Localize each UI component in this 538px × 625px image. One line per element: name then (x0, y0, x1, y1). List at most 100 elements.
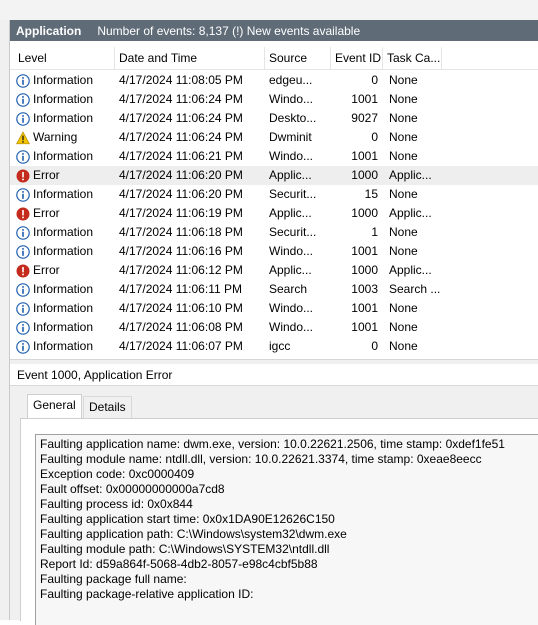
info-icon (16, 149, 30, 164)
event-task-category: None (389, 301, 418, 315)
left-tree-edge (0, 20, 10, 620)
event-date: 4/17/2024 11:06:24 PM (119, 130, 243, 144)
event-task-category: None (389, 130, 418, 144)
event-task-category: None (389, 225, 418, 239)
event-row[interactable]: Information 4/17/2024 11:06:21 PM Windo...… (10, 147, 538, 166)
event-row[interactable]: Information 4/17/2024 11:06:07 PM igcc 0 Non… (10, 337, 538, 356)
column-header-event-id[interactable]: Event ID (331, 47, 383, 69)
event-id: 1001 (351, 320, 378, 334)
event-row[interactable]: Information 4/17/2024 11:06:20 PM Securit.… (10, 185, 538, 204)
description-line: Report Id: d59a864f-5068-4db2-8057-e98c4… (40, 557, 318, 571)
event-row[interactable]: Information 4/17/2024 11:06:08 PM Windo...… (10, 318, 538, 337)
event-task-category: None (389, 339, 418, 353)
log-name: Application (16, 23, 82, 38)
event-id: 1001 (351, 301, 378, 315)
description-line: Faulting application name: dwm.exe, vers… (40, 437, 505, 451)
event-id: 0 (371, 130, 378, 144)
event-row[interactable]: Information 4/17/2024 11:06:18 PM Securit.… (10, 223, 538, 242)
event-source: Deskto... (269, 111, 317, 125)
event-row[interactable]: Error 4/17/2024 11:06:20 PM Applic... 1000 A… (10, 166, 538, 185)
info-icon (16, 301, 30, 316)
event-source: Windo... (269, 320, 314, 334)
event-date: 4/17/2024 11:06:24 PM (119, 111, 243, 125)
event-level-label: Information (33, 149, 94, 163)
event-id: 1000 (351, 263, 378, 277)
tab-general[interactable]: General (27, 394, 82, 419)
column-header-date[interactable]: Date and Time (115, 47, 265, 69)
description-line: Faulting process id: 0x0x844 (40, 497, 193, 511)
event-source: Dwminit (269, 130, 312, 144)
info-icon (16, 244, 30, 259)
event-task-category: None (389, 320, 418, 334)
event-task-category: Search ... (389, 282, 441, 296)
event-date: 4/17/2024 11:06:20 PM (119, 168, 243, 182)
event-row[interactable]: Information 4/17/2024 11:06:24 PM Deskto..… (10, 109, 538, 128)
event-source: Windo... (269, 92, 314, 106)
warning-icon (16, 130, 30, 145)
description-line: Fault offset: 0x00000000000a7cd8 (40, 482, 225, 496)
event-id: 15 (364, 187, 378, 201)
column-header-task-category[interactable]: Task Ca... (383, 47, 442, 69)
event-description-box[interactable]: Faulting application name: dwm.exe, vers… (35, 434, 538, 625)
error-icon (16, 169, 30, 183)
event-row[interactable]: Information 4/17/2024 11:06:16 PM Windo...… (10, 242, 538, 261)
event-level-label: Information (33, 92, 94, 106)
event-level-label: Information (33, 320, 94, 334)
event-source: Securit... (269, 225, 317, 239)
event-level: Information (16, 242, 112, 261)
event-task-category: None (389, 187, 418, 201)
event-level: Information (16, 337, 112, 356)
description-line: Faulting package full name: (40, 572, 187, 586)
event-level: Information (16, 185, 112, 204)
event-level: Information (16, 280, 112, 299)
event-date: 4/17/2024 11:06:21 PM (119, 149, 243, 163)
event-id: 1003 (351, 282, 378, 296)
column-header-source[interactable]: Source (265, 47, 331, 69)
description-line: Faulting module path: C:\Windows\SYSTEM3… (40, 542, 330, 556)
event-level-label: Information (33, 225, 94, 239)
description-line: Exception code: 0xc0000409 (40, 467, 195, 481)
event-date: 4/17/2024 11:06:12 PM (119, 263, 243, 277)
event-date: 4/17/2024 11:06:10 PM (119, 301, 243, 315)
description-line: Faulting application start time: 0x0x1DA… (40, 512, 335, 526)
event-date: 4/17/2024 11:06:08 PM (119, 320, 243, 334)
event-level-label: Information (33, 73, 94, 87)
event-count-summary: Number of events: 8,137 (!) New events a… (97, 23, 361, 38)
column-header-level[interactable]: Level (14, 47, 115, 69)
error-icon (16, 264, 30, 278)
event-detail-pane: Event 1000, Application Error General De… (10, 364, 538, 625)
event-source: Securit... (269, 187, 317, 201)
event-id: 1001 (351, 244, 378, 258)
event-id: 1000 (351, 168, 378, 182)
event-date: 4/17/2024 11:06:07 PM (119, 339, 243, 353)
event-level: Information (16, 147, 112, 166)
event-row[interactable]: Warning 4/17/2024 11:06:24 PM Dwminit 0 None (10, 128, 538, 147)
event-level: Error (16, 166, 112, 185)
top-strip (0, 0, 538, 21)
event-level-label: Information (33, 187, 94, 201)
event-source: Windo... (269, 149, 314, 163)
event-row[interactable]: Information 4/17/2024 11:06:24 PM Windo...… (10, 90, 538, 109)
event-row[interactable]: Error 4/17/2024 11:06:12 PM Applic... 1000 A… (10, 261, 538, 280)
info-icon (16, 320, 30, 335)
event-row[interactable]: Information 4/17/2024 11:08:05 PM edgeu...… (10, 71, 538, 90)
event-date: 4/17/2024 11:06:20 PM (119, 187, 243, 201)
event-date: 4/17/2024 11:06:18 PM (119, 225, 243, 239)
event-level: Information (16, 318, 112, 337)
column-headers: Level Date and Time Source Event ID Task… (10, 47, 538, 70)
event-id: 1 (371, 225, 378, 239)
event-source: Applic... (269, 206, 312, 220)
event-date: 4/17/2024 11:08:05 PM (119, 73, 243, 87)
event-task-category: None (389, 244, 418, 258)
info-icon (16, 187, 30, 202)
tab-details[interactable]: Details (83, 396, 132, 418)
info-icon (16, 225, 30, 240)
event-source: Applic... (269, 168, 312, 182)
event-level-label: Error (33, 263, 60, 277)
event-level: Error (16, 261, 112, 280)
event-source: Windo... (269, 301, 314, 315)
event-row[interactable]: Error 4/17/2024 11:06:19 PM Applic... 1000 A… (10, 204, 538, 223)
event-row[interactable]: Information 4/17/2024 11:06:10 PM Windo...… (10, 299, 538, 318)
event-row[interactable]: Information 4/17/2024 11:06:11 PM Search 10… (10, 280, 538, 299)
event-task-category: None (389, 73, 418, 87)
